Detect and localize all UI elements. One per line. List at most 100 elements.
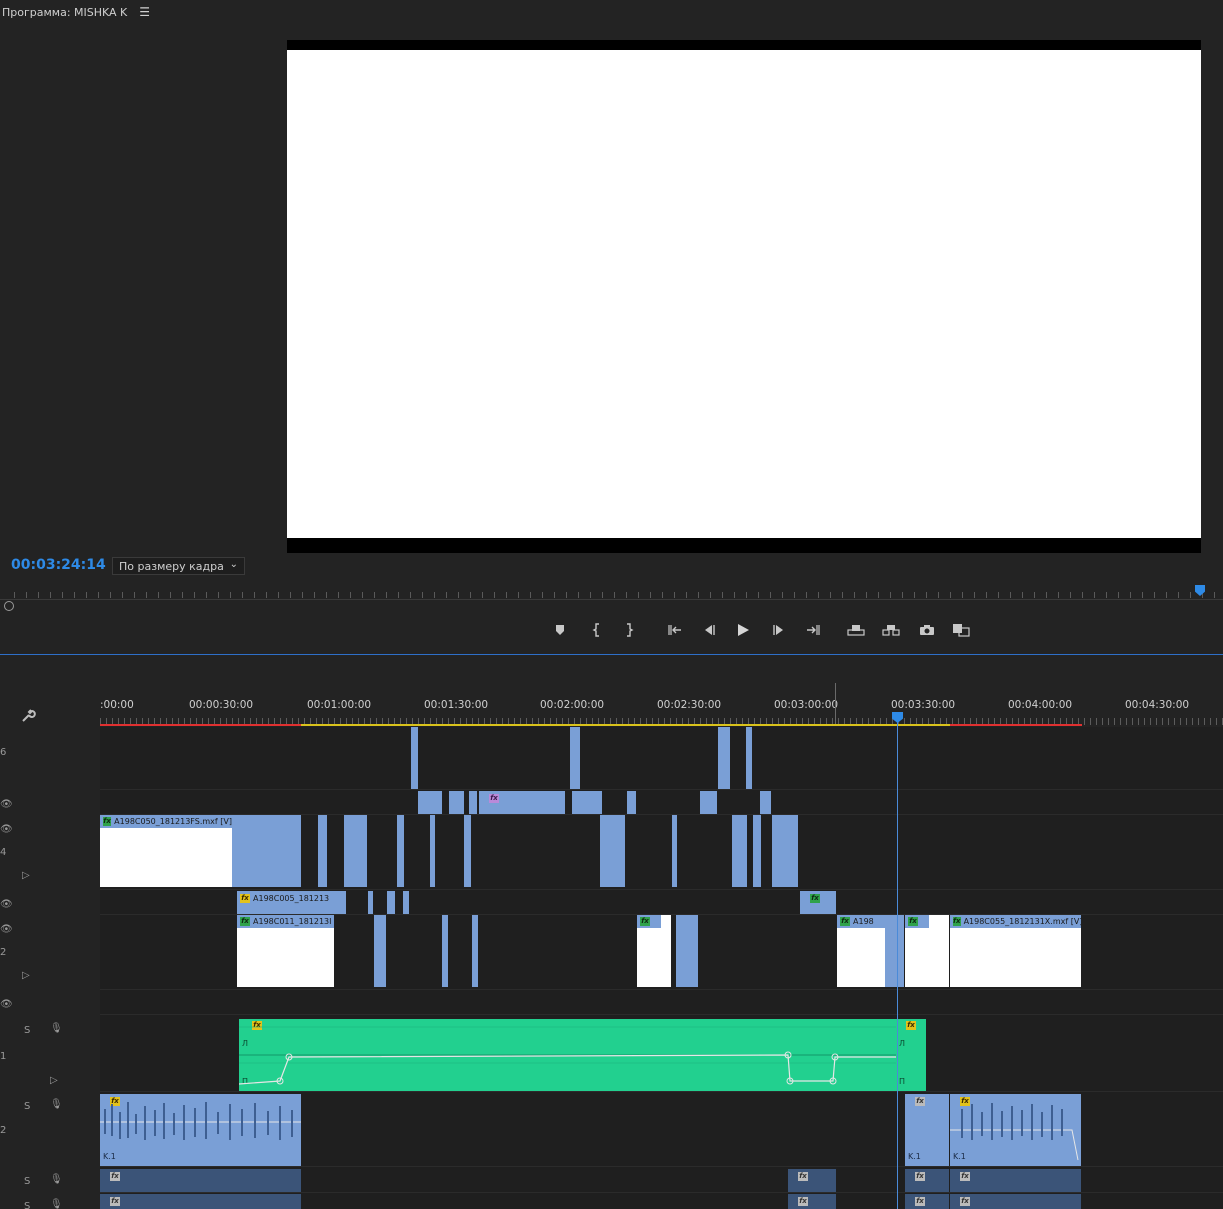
solo-button-a4[interactable]: S [24, 1201, 30, 1209]
video-track-5[interactable]: fx [100, 790, 1223, 815]
audio-clip[interactable]: fx K.1 [950, 1094, 1081, 1166]
video-clip[interactable] [430, 815, 435, 887]
microphone-icon[interactable]: 🎙 [50, 1099, 63, 1110]
video-clip[interactable] [469, 791, 477, 814]
mark-out-button[interactable] [618, 620, 640, 640]
video-track-4[interactable]: fx A198C050_181213FS.mxf [V] [100, 815, 1223, 890]
video-clip[interactable] [600, 815, 625, 887]
video-clip[interactable] [700, 791, 717, 814]
play-button[interactable] [732, 620, 754, 640]
solo-button-a3[interactable]: S [24, 1176, 30, 1187]
audio-clip[interactable]: fx K.1 [100, 1094, 301, 1166]
lift-button[interactable] [845, 620, 867, 640]
step-back-button[interactable] [698, 620, 720, 640]
export-frame-button[interactable] [916, 620, 938, 640]
video-clip[interactable] [732, 815, 747, 887]
audio-clip[interactable]: fx [950, 1194, 1081, 1209]
mark-in-button[interactable] [586, 620, 608, 640]
video-clip[interactable] [397, 815, 404, 887]
eye-icon[interactable]: 👁 [0, 999, 13, 1010]
audio-clip[interactable]: fx Л П [896, 1019, 926, 1091]
video-clip[interactable] [472, 915, 478, 987]
video-clip[interactable] [572, 791, 602, 814]
zoom-fit-dropdown[interactable]: По размеру кадра ⌄ [112, 557, 245, 575]
playhead-timecode[interactable]: 00:03:24:14 [11, 557, 106, 573]
timeline-playhead-line[interactable] [897, 718, 898, 1209]
audio-track-2[interactable]: fx K.1 fx K.1 fx K.1 [100, 1094, 1223, 1167]
timeline-ruler[interactable]: :00:00 00:00:30:00 00:01:00:00 00:01:30:… [0, 655, 1223, 727]
video-clip[interactable]: fx A198C055_1812131X.mxf [V] [950, 915, 1081, 987]
video-clip[interactable]: fx [905, 915, 949, 987]
go-to-in-button[interactable] [664, 620, 686, 640]
eye-icon[interactable]: 👁 [0, 924, 13, 935]
audio-clip[interactable]: fx [905, 1169, 949, 1192]
video-clip[interactable] [464, 815, 471, 887]
timeline-tracks[interactable]: fx fx A198C050_181213FS.mxf [V] fx A198C… [100, 727, 1223, 1209]
audio-track-4[interactable]: fx fx fx fx [100, 1193, 1223, 1209]
audio-track-3[interactable]: fx fx fx fx [100, 1168, 1223, 1193]
video-clip[interactable] [442, 915, 448, 987]
audio-clip[interactable]: fx [788, 1194, 836, 1209]
keyframe-nav-icon[interactable]: ▷ [22, 970, 30, 981]
microphone-icon[interactable]: 🎙 [50, 1023, 63, 1034]
solo-button-a2[interactable]: S [24, 1101, 30, 1112]
video-clip[interactable] [753, 815, 761, 887]
video-clip[interactable] [368, 891, 373, 914]
step-forward-button[interactable] [768, 620, 790, 640]
video-clip[interactable] [387, 891, 395, 914]
video-clip[interactable]: fx [800, 891, 836, 914]
solo-button-a1[interactable]: S [24, 1025, 30, 1036]
video-clip[interactable] [885, 915, 904, 987]
video-clip[interactable] [449, 791, 464, 814]
video-clip[interactable] [318, 815, 327, 887]
go-to-out-button[interactable] [802, 620, 824, 640]
video-clip[interactable] [570, 727, 580, 789]
video-track-6[interactable] [100, 727, 1223, 790]
video-clip[interactable] [627, 791, 636, 814]
video-clip[interactable] [672, 815, 677, 887]
add-marker-button[interactable] [549, 620, 571, 640]
video-clip[interactable]: fx A198 [837, 915, 885, 987]
monitor-time-ruler[interactable] [0, 585, 1223, 611]
video-clip[interactable] [232, 815, 301, 887]
eye-icon[interactable]: 👁 [0, 799, 13, 810]
video-track-2[interactable]: fx A198C011_181213I fx fx A198 fx fx A19… [100, 915, 1223, 990]
keyframe-nav-icon[interactable]: ▷ [50, 1075, 58, 1086]
audio-clip[interactable]: fx [100, 1169, 301, 1192]
compare-view-button[interactable] [950, 620, 972, 640]
panel-menu-icon[interactable]: ☰ [139, 5, 150, 19]
audio-clip[interactable]: fx [100, 1194, 301, 1209]
video-clip[interactable] [772, 815, 798, 887]
eye-icon[interactable]: 👁 [0, 899, 13, 910]
audio-track-1[interactable]: fx Л П fx Л П [100, 1019, 1223, 1092]
video-clip[interactable] [344, 815, 367, 887]
audio-clip[interactable]: fx Л П [239, 1019, 896, 1091]
eye-icon[interactable]: 👁 [0, 824, 13, 835]
video-clip[interactable]: fx [637, 915, 671, 987]
zoom-handle-icon[interactable] [4, 601, 14, 611]
video-clip[interactable] [676, 915, 698, 987]
video-track-1[interactable] [100, 990, 1223, 1015]
extract-button[interactable] [880, 620, 902, 640]
audio-clip[interactable]: fx K.1 [905, 1094, 949, 1166]
video-clip[interactable]: fx A198C011_181213I [237, 915, 334, 987]
video-clip[interactable]: fx [479, 791, 565, 814]
audio-clip[interactable]: fx [788, 1169, 836, 1192]
video-clip[interactable]: fx A198C005_181213 [237, 891, 346, 914]
keyframe-nav-icon[interactable]: ▷ [22, 870, 30, 881]
microphone-icon[interactable]: 🎙 [50, 1174, 63, 1185]
video-clip[interactable] [374, 915, 386, 987]
video-clip[interactable] [746, 727, 752, 789]
video-clip[interactable] [411, 727, 418, 789]
wrench-icon[interactable] [20, 709, 36, 723]
fx-badge: fx [489, 794, 499, 803]
video-track-3[interactable]: fx A198C005_181213 fx [100, 890, 1223, 915]
audio-clip[interactable]: fx [950, 1169, 1081, 1192]
video-clip-main[interactable]: fx A198C050_181213FS.mxf [V] [100, 815, 232, 887]
video-clip[interactable] [760, 791, 771, 814]
video-clip[interactable] [718, 727, 730, 789]
microphone-icon[interactable]: 🎙 [50, 1199, 63, 1209]
audio-clip[interactable]: fx [905, 1194, 949, 1209]
video-clip[interactable] [418, 791, 442, 814]
video-clip[interactable] [403, 891, 409, 914]
